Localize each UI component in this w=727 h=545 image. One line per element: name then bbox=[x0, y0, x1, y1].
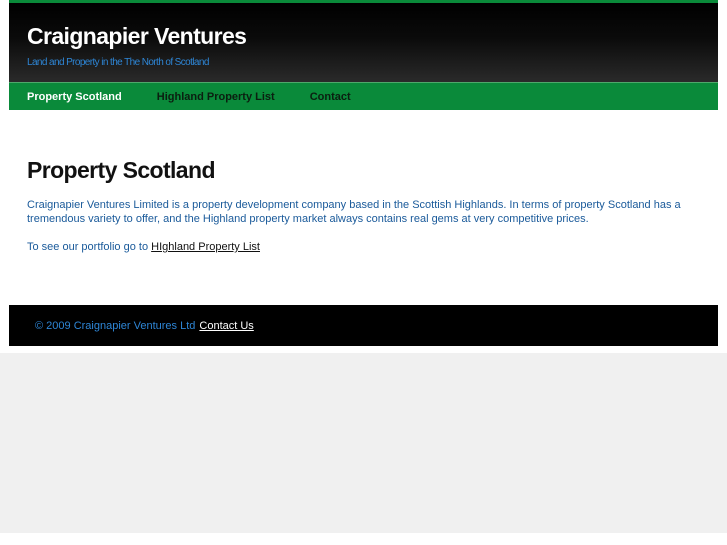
contact-us-link[interactable]: Contact Us bbox=[199, 320, 253, 332]
intro-paragraph: Craignapier Ventures Limited is a proper… bbox=[27, 199, 681, 225]
site-header: Craignapier Ventures Land and Property i… bbox=[9, 0, 718, 82]
site-tagline: Land and Property in the The North of Sc… bbox=[27, 57, 209, 68]
nav-item-contact[interactable]: Contact bbox=[310, 91, 351, 103]
site-footer: © 2009 Craignapier Ventures Ltd Contact … bbox=[9, 305, 718, 346]
lower-page-area bbox=[0, 353, 727, 533]
portfolio-text: To see our portfolio go to bbox=[27, 241, 152, 253]
main-navigation: Property Scotland Highland Property List… bbox=[9, 82, 718, 110]
copyright-text: © 2009 Craignapier Ventures Ltd bbox=[35, 319, 196, 332]
site-wrapper: Craignapier Ventures Land and Property i… bbox=[9, 0, 718, 346]
page-title: Property Scotland bbox=[27, 157, 216, 183]
portfolio-paragraph: To see our portfolio go to HIghland Prop… bbox=[27, 240, 700, 254]
nav-item-highland-property-list[interactable]: Highland Property List bbox=[157, 91, 275, 103]
site-title[interactable]: Craignapier Ventures bbox=[27, 23, 247, 50]
nav-item-property-scotland[interactable]: Property Scotland bbox=[27, 91, 122, 103]
highland-property-list-link[interactable]: HIghland Property List bbox=[151, 241, 260, 253]
main-content: Property Scotland Craignapier Ventures L… bbox=[9, 110, 718, 305]
